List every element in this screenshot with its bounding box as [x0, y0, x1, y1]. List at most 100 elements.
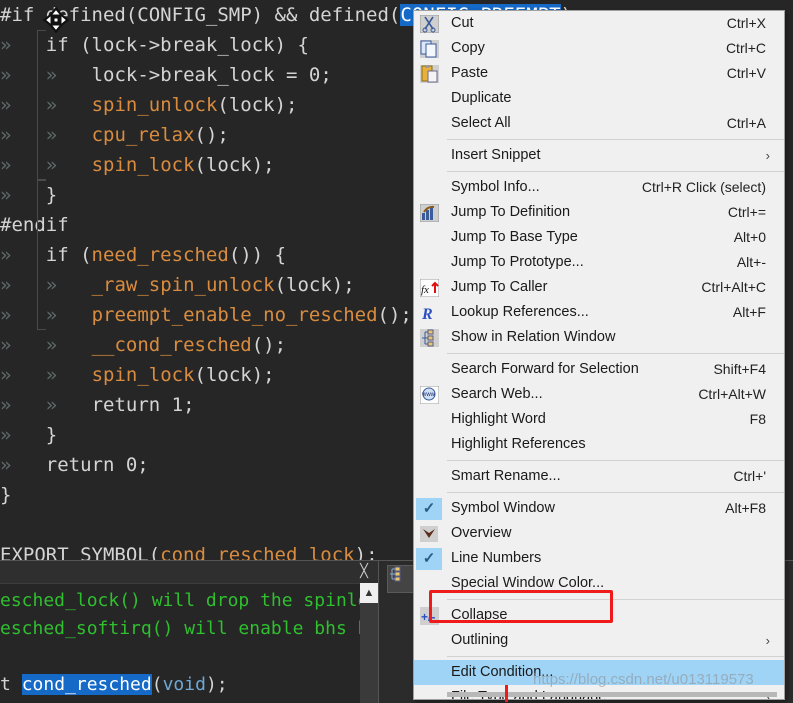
- code-token: EXPORT_SYMBOL(: [0, 544, 161, 560]
- code-token: (lock);: [274, 274, 355, 296]
- menu-item-jump-to-definition[interactable]: Jump To Definition Ctrl+=: [414, 200, 784, 225]
- code-line[interactable]: EXPORT_SYMBOL(cond_resched_lock);: [0, 540, 378, 560]
- svg-text:R: R: [421, 306, 433, 322]
- menu-item-jump-to-base-type[interactable]: Jump To Base Type Alt+0: [414, 225, 784, 250]
- code-line[interactable]: » » spin_lock(lock);: [0, 150, 275, 180]
- code-line[interactable]: » if (need_resched()) {: [0, 240, 286, 270]
- symbol-line[interactable]: esched_lock() will drop the spinlock: [0, 587, 378, 615]
- symbol-line[interactable]: t cond_resched(void);: [0, 671, 228, 699]
- tab-marker: »: [45, 124, 58, 146]
- tab-marker: »: [45, 334, 58, 356]
- menu-item-smart-rename[interactable]: Smart Rename... Ctrl+': [414, 464, 784, 489]
- tab-marker: »: [0, 124, 12, 146]
- check-icon: ✓: [416, 547, 442, 570]
- tab-marker: »: [45, 94, 58, 116]
- menu-item-label: Special Window Color...: [451, 575, 605, 591]
- menu-item-cut[interactable]: Cut Ctrl+X: [414, 11, 784, 36]
- menu-item-symbol-window[interactable]: ✓ Symbol Window Alt+F8: [414, 496, 784, 521]
- menu-item-label: Lookup References...: [451, 304, 589, 320]
- menu-item-accelerator: F8: [749, 411, 766, 427]
- tab-marker: »: [45, 154, 58, 176]
- code-token: }: [45, 424, 58, 446]
- code-line[interactable]: #endif: [0, 210, 69, 240]
- menu-item-overview[interactable]: Overview: [414, 521, 784, 546]
- menu-item-gutter: [414, 61, 444, 86]
- code-line[interactable]: » }: [0, 180, 57, 210]
- menu-item-accelerator: Alt+0: [733, 229, 766, 245]
- symbol-line[interactable]: t cond_resched_lock(spinlock_t * lock: [0, 699, 378, 703]
- menu-item-accelerator: Ctrl+V: [726, 65, 766, 81]
- tab-marker: »: [45, 364, 58, 386]
- close-icon[interactable]: ╳: [356, 563, 372, 579]
- code-line[interactable]: » » cpu_relax();: [0, 120, 229, 150]
- code-token: (lock);: [217, 94, 298, 116]
- menu-item-gutter: [414, 685, 444, 699]
- menu-item-gutter: [414, 407, 444, 432]
- code-token: return 0;: [45, 454, 149, 476]
- menu-item-label: Paste: [451, 65, 489, 81]
- svg-text:+/-: +/-: [421, 610, 435, 624]
- overview-icon: [418, 524, 440, 544]
- code-line[interactable]: » }: [0, 420, 57, 450]
- menu-item-show-in-relation-window[interactable]: Show in Relation Window: [414, 325, 784, 350]
- no-icon: [418, 89, 440, 109]
- code-token: preempt_enable_no_resched: [91, 304, 378, 326]
- menu-item-search-web[interactable]: www Search Web... Ctrl+Alt+W: [414, 382, 784, 407]
- code-line[interactable]: » » _raw_spin_unlock(lock);: [0, 270, 355, 300]
- menu-separator: [447, 171, 784, 172]
- menu-item-edit-condition[interactable]: Edit Condition...: [414, 660, 784, 685]
- code-line[interactable]: » » __cond_resched();: [0, 330, 286, 360]
- code-line[interactable]: » » preempt_enable_no_resched();: [0, 300, 412, 330]
- menu-item-lookup-references[interactable]: R Lookup References... Alt+F: [414, 300, 784, 325]
- symbol-window-panel[interactable]: ╳ esched_lock() will drop the spinlock es…: [0, 560, 378, 703]
- menu-item-gutter: [414, 357, 444, 382]
- code-line[interactable]: » if (lock->break_lock) {: [0, 30, 309, 60]
- indent-guide: [37, 30, 38, 180]
- no-icon: [418, 574, 440, 594]
- menu-item-highlight-word[interactable]: Highlight Word F8: [414, 407, 784, 432]
- code-token: ();: [251, 334, 287, 356]
- menu-separator: [447, 656, 784, 657]
- red-annotation-line: [505, 685, 508, 702]
- tab-marker: »: [45, 394, 58, 416]
- menu-item-highlight-references[interactable]: Highlight References: [414, 432, 784, 457]
- code-line[interactable]: » » lock->break_lock = 0;: [0, 60, 332, 90]
- code-token: lock->break_lock = 0;: [91, 64, 332, 86]
- scroll-up-icon[interactable]: ▲: [360, 583, 378, 603]
- menu-item-jump-to-caller[interactable]: fx Jump To Caller Ctrl+Alt+C: [414, 275, 784, 300]
- indent-guide-2: [37, 180, 38, 330]
- menu-item-label: Search Web...: [451, 386, 543, 402]
- no-icon: [418, 253, 440, 273]
- menu-item-jump-to-prototype[interactable]: Jump To Prototype... Alt+-: [414, 250, 784, 275]
- menu-item-accelerator: Alt+F: [732, 304, 766, 320]
- menu-item-copy[interactable]: Copy Ctrl+C: [414, 36, 784, 61]
- menu-item-gutter: [414, 225, 444, 250]
- menu-item-symbol-info[interactable]: Symbol Info... Ctrl+R Click (select): [414, 175, 784, 200]
- code-line[interactable]: » » spin_lock(lock);: [0, 360, 275, 390]
- menu-item-select-all[interactable]: Select All Ctrl+A: [414, 111, 784, 136]
- menu-item-outlining[interactable]: Outlining ›: [414, 628, 784, 653]
- editor-context-menu[interactable]: Cut Ctrl+X Copy Ctrl+C Paste Ctrl+V Duplicate S…: [413, 10, 785, 700]
- menu-item-label: Copy: [451, 40, 485, 56]
- svg-text:fx: fx: [421, 284, 429, 296]
- symbol-line[interactable]: esched_softirq() will enable bhs befo: [0, 615, 378, 643]
- code-token: }: [45, 184, 58, 206]
- menu-scroll-indicator[interactable]: [447, 692, 777, 697]
- menu-item-special-window-color[interactable]: Special Window Color...: [414, 571, 784, 596]
- code-line[interactable]: » return 0;: [0, 450, 149, 480]
- menu-item-duplicate[interactable]: Duplicate: [414, 86, 784, 111]
- tab-marker: »: [0, 94, 12, 116]
- menu-item-paste[interactable]: Paste Ctrl+V: [414, 61, 784, 86]
- code-line[interactable]: » » return 1;: [0, 390, 195, 420]
- menu-item-accelerator: Ctrl+=: [727, 204, 766, 220]
- menu-item-insert-snippet[interactable]: Insert Snippet ›: [414, 143, 784, 168]
- menu-item-gutter: [414, 432, 444, 457]
- menu-item-collapse[interactable]: +/- Collapse: [414, 603, 784, 628]
- code-token: ();: [377, 304, 412, 326]
- code-line[interactable]: }: [0, 480, 11, 510]
- menu-item-line-numbers[interactable]: ✓ Line Numbers: [414, 546, 784, 571]
- menu-item-search-forward-for-selection[interactable]: Search Forward for Selection Shift+F4: [414, 357, 784, 382]
- menu-item-accelerator: Ctrl+Alt+C: [701, 279, 766, 295]
- code-line[interactable]: » » spin_unlock(lock);: [0, 90, 297, 120]
- menu-item-label: Select All: [451, 115, 511, 131]
